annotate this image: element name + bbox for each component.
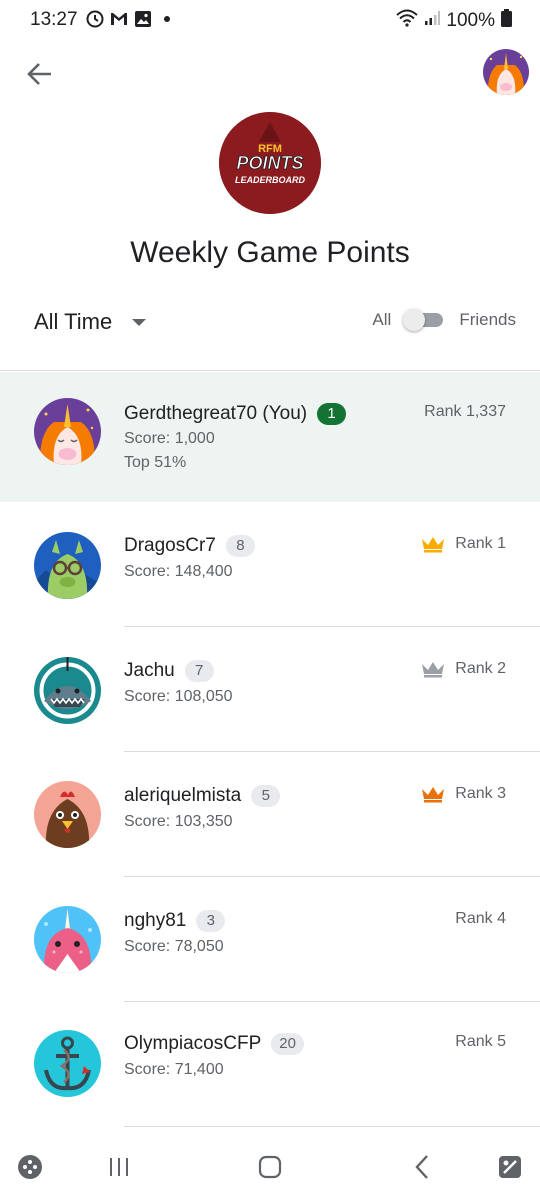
- unicorn-avatar-icon: [34, 398, 101, 465]
- player-avatar: [34, 1030, 101, 1097]
- home-icon: [258, 1155, 282, 1179]
- gmail-icon: [110, 10, 128, 28]
- player-name: OlympiacosCFP: [124, 1033, 262, 1054]
- player-score: Score: 78,050: [124, 938, 224, 955]
- back-button[interactable]: [24, 58, 56, 90]
- player-percentile: Top 51%: [124, 454, 187, 471]
- dropdown-caret-icon: [132, 318, 147, 326]
- row-divider: [124, 1126, 540, 1127]
- logo-line3: LEADERBOARD: [235, 175, 306, 185]
- narwhal-avatar-icon: [34, 906, 101, 973]
- recent-apps-button[interactable]: [103, 1151, 135, 1183]
- player-avatar: [34, 657, 101, 724]
- player-name: aleriquelmista: [124, 785, 242, 806]
- more-dot-icon: [158, 10, 176, 28]
- rank-label: Rank 1: [455, 535, 506, 552]
- leaderboard-row-you[interactable]: Gerdthegreat70 (You) 1 Score: 1,000 Top …: [0, 372, 540, 502]
- player-name: Gerdthegreat70 (You): [124, 403, 308, 424]
- signal-icon: [424, 10, 441, 32]
- system-navigation-bar: [0, 1135, 540, 1200]
- unicorn-avatar-icon: [483, 49, 529, 95]
- chevron-left-icon: [415, 1155, 428, 1179]
- player-name-row: DragosCr7 8: [124, 535, 255, 557]
- bronze-crown-icon: [422, 787, 445, 803]
- leaderboard-row[interactable]: nghy81 3 Score: 78,050 Rank 4: [0, 877, 540, 1002]
- player-rank: Rank 1,337: [424, 403, 506, 421]
- home-button[interactable]: [254, 1151, 286, 1183]
- player-name-row: OlympiacosCFP 20: [124, 1033, 304, 1055]
- player-rank: Rank 5: [455, 1033, 506, 1051]
- toggle-label-all: All: [372, 310, 392, 329]
- rfm-points-logo: RFM POINTS LEADERBOARD: [219, 112, 321, 214]
- rooster-avatar-icon: [34, 781, 101, 848]
- player-name-row: Jachu 7: [124, 660, 214, 682]
- level-badge: 1: [317, 403, 347, 425]
- player-rank: Rank 2: [421, 660, 506, 678]
- player-avatar: [34, 781, 101, 848]
- rank-label: Rank 4: [455, 910, 506, 927]
- divider: [0, 370, 540, 371]
- player-avatar: [34, 906, 101, 973]
- game-controller-icon: [18, 1155, 42, 1179]
- player-name-row: nghy81 3: [124, 910, 226, 932]
- status-bar: 13:27 100%: [0, 0, 540, 40]
- player-name-row: aleriquelmista 5: [124, 785, 281, 807]
- player-rank: Rank 4: [455, 910, 506, 928]
- player-score: Score: 108,050: [124, 688, 233, 705]
- battery-icon: [501, 9, 512, 33]
- time-range-value: All Time: [34, 309, 113, 334]
- player-rank: Rank 3: [421, 785, 506, 803]
- wifi-icon: [396, 9, 419, 33]
- arrow-back-icon: [27, 63, 51, 85]
- rank-label: Rank 5: [455, 1033, 506, 1050]
- friends-toggle-switch[interactable]: [403, 309, 447, 331]
- player-name: DragosCr7: [124, 535, 216, 556]
- anchor-avatar-icon: [34, 1030, 101, 1097]
- recent-apps-icon: [110, 1158, 128, 1176]
- page-title: Weekly Game Points: [130, 236, 410, 269]
- level-badge: 3: [196, 910, 226, 932]
- back-nav-button[interactable]: [406, 1151, 438, 1183]
- rank-label: Rank 1,337: [424, 403, 506, 420]
- leaderboard-row[interactable]: Jachu 7 Score: 108,050 Rank 2: [0, 627, 540, 752]
- game-launcher-button[interactable]: [14, 1151, 46, 1183]
- rank-label: Rank 3: [455, 785, 506, 802]
- leaderboard-row[interactable]: aleriquelmista 5 Score: 103,350 Rank 3: [0, 752, 540, 877]
- player-avatar: [34, 398, 101, 465]
- leaderboard-row[interactable]: DragosCr7 8 Score: 148,400 Rank 1: [0, 502, 540, 627]
- player-avatar: [34, 532, 101, 599]
- friends-filter: All Friends: [372, 309, 516, 331]
- toggle-thumb: [403, 309, 426, 331]
- level-badge: 20: [271, 1033, 304, 1055]
- gold-crown-icon: [422, 537, 445, 553]
- game-tools-icon: [499, 1156, 521, 1178]
- notification-icons: [86, 10, 176, 28]
- player-score: Score: 103,350: [124, 813, 233, 830]
- level-badge: 5: [251, 785, 281, 807]
- shark-avatar-icon: [34, 657, 101, 724]
- time-range-dropdown[interactable]: All Time: [34, 307, 147, 337]
- status-time: 13:27: [30, 9, 78, 30]
- player-name-row: Gerdthegreat70 (You) 1: [124, 403, 347, 425]
- player-name: nghy81: [124, 910, 187, 931]
- battery-level: 100%: [446, 10, 495, 31]
- toggle-label-friends: Friends: [459, 310, 516, 329]
- game-tools-button[interactable]: [494, 1151, 526, 1183]
- rank-label: Rank 2: [455, 660, 506, 677]
- silver-crown-icon: [422, 662, 445, 678]
- player-name: Jachu: [124, 660, 175, 681]
- player-score: Score: 1,000: [124, 430, 215, 447]
- account-avatar-button[interactable]: [483, 49, 529, 95]
- player-score: Score: 148,400: [124, 563, 233, 580]
- image-icon: [134, 10, 152, 28]
- sync-icon: [86, 10, 104, 28]
- player-rank: Rank 1: [421, 535, 506, 553]
- level-badge: 7: [184, 660, 214, 682]
- level-badge: 8: [225, 535, 255, 557]
- player-score: Score: 71,400: [124, 1061, 224, 1078]
- logo-line2: POINTS: [236, 153, 303, 173]
- llama-avatar-icon: [34, 532, 101, 599]
- status-right: 100%: [396, 9, 512, 33]
- leaderboard-row[interactable]: OlympiacosCFP 20 Score: 71,400 Rank 5: [0, 1002, 540, 1127]
